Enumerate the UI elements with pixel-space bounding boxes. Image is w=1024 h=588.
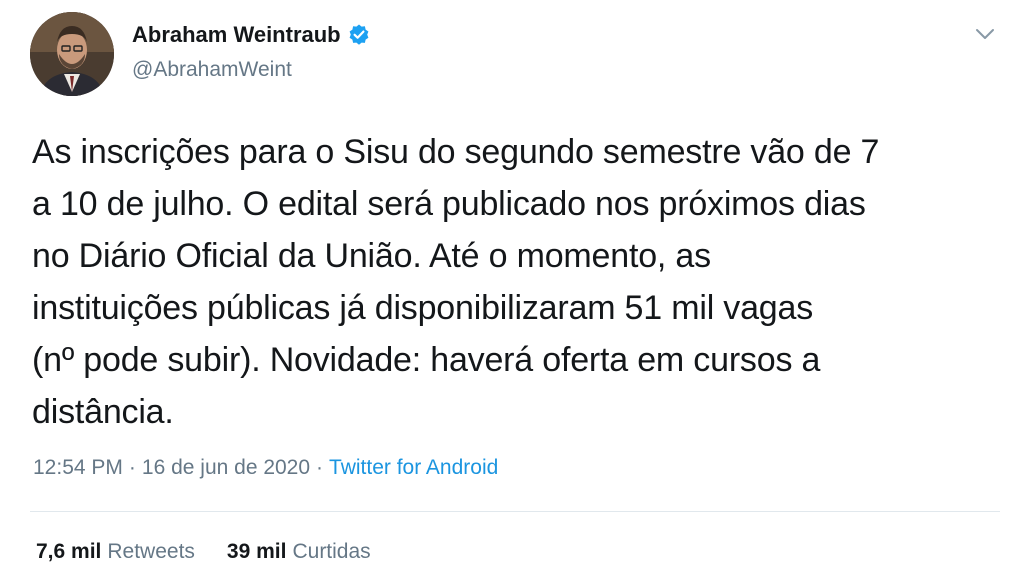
likes-stat[interactable]: 39 mil Curtidas: [227, 540, 371, 564]
tweet-card: Abraham Weintraub @AbrahamWeint As inscr…: [0, 0, 1024, 588]
likes-count: 39 mil: [226, 540, 287, 563]
meta-separator: ·: [316, 456, 324, 479]
retweets-label: Retweets: [107, 540, 195, 563]
retweets-count: 7,6 mil: [36, 540, 102, 563]
tweet-text-line: As inscrições para o Sisu do segundo sem…: [32, 133, 880, 171]
tweet-source-link[interactable]: Twitter for Android: [329, 456, 498, 480]
author-handle[interactable]: @AbrahamWeint: [132, 58, 292, 82]
retweets-stat[interactable]: 7,6 mil Retweets: [36, 540, 195, 564]
tweet-time[interactable]: 12:54 PM: [33, 456, 123, 480]
tweet-date[interactable]: 16 de jun de 2020: [142, 456, 310, 480]
meta-separator: ·: [128, 456, 136, 479]
tweet-text-line: (nº pode subir). Novidade: haverá oferta…: [32, 341, 821, 379]
tweet-text: As inscrições para o Sisu do segundo sem…: [32, 126, 1007, 438]
author-display-name[interactable]: Abraham Weintraub: [132, 22, 341, 48]
verified-badge-icon: [347, 23, 371, 47]
tweet-text-line: distância.: [32, 393, 174, 431]
engagement-stats: 7,6 mil Retweets 39 mil Curtidas: [36, 540, 371, 564]
avatar[interactable]: [30, 12, 114, 96]
author-name-row[interactable]: Abraham Weintraub: [132, 22, 371, 48]
tweet-meta: 12:54 PM · 16 de jun de 2020 · Twitter f…: [33, 456, 498, 480]
likes-label: Curtidas: [292, 540, 371, 563]
tweet-text-line: instituições públicas já disponibilizara…: [32, 289, 814, 327]
chevron-down-icon[interactable]: [974, 26, 996, 42]
tweet-text-line: a 10 de julho. O edital será publicado n…: [32, 185, 866, 223]
tweet-text-line: no Diário Oficial da União. Até o moment…: [32, 237, 711, 275]
divider: [30, 511, 1000, 512]
